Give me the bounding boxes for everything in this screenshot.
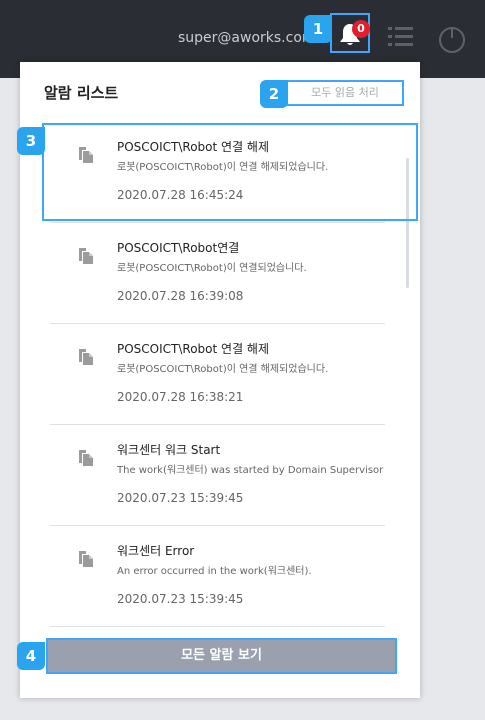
alarm-title: POSCOICT\Robot 연결 해제: [117, 342, 270, 356]
notification-count-badge: 0: [352, 20, 370, 38]
alarm-time: 2020.07.28 16:45:24: [117, 188, 244, 202]
user-email[interactable]: super@aworks.com: [178, 30, 316, 46]
list-menu-icon[interactable]: [388, 26, 414, 48]
callout-marker: 2: [260, 80, 288, 108]
alarm-item[interactable]: 워크센터 Error An error occurred in the work…: [50, 526, 385, 627]
background-content: [420, 78, 485, 720]
alarm-time: 2020.07.23 15:39:45: [117, 491, 244, 505]
alarm-title: 워크센터 Error: [117, 544, 195, 558]
alarm-item[interactable]: POSCOICT\Robot 연결 해제 로봇(POSCOICT\Robot)이…: [50, 122, 385, 223]
alarm-item[interactable]: 워크센터 워크 Start The work(워크센터) was started…: [50, 425, 385, 526]
alarm-panel: 알람 리스트 모두 읽음 처리 POSCOICT\Robot 연결 해제 로봇(…: [20, 62, 420, 698]
alarm-description: An error occurred in the work(워크센터).: [117, 566, 312, 577]
alarm-title: POSCOICT\Robot 연결 해제: [117, 140, 270, 154]
document-icon: [79, 349, 93, 365]
document-icon: [79, 551, 93, 567]
alarm-time: 2020.07.28 16:39:08: [117, 289, 244, 303]
callout-marker: 4: [17, 642, 45, 670]
alarm-description: 로봇(POSCOICT\Robot)이 연결되었습니다.: [117, 263, 307, 274]
alarm-title: POSCOICT\Robot연결: [117, 241, 240, 255]
callout-marker: 1: [304, 15, 332, 43]
view-all-alarms-button[interactable]: 모든 알람 보기: [46, 638, 397, 674]
power-icon[interactable]: [437, 24, 467, 54]
read-all-button[interactable]: 모두 읽음 처리: [286, 80, 404, 106]
alarm-item[interactable]: POSCOICT\Robot 연결 해제 로봇(POSCOICT\Robot)이…: [50, 324, 385, 425]
alarm-time: 2020.07.28 16:38:21: [117, 390, 244, 404]
alarm-title: 워크센터 워크 Start: [117, 443, 221, 457]
document-icon: [79, 450, 93, 466]
alarm-description: 로봇(POSCOICT\Robot)이 연결 해제되었습니다.: [117, 162, 329, 173]
document-icon: [79, 147, 93, 163]
alarm-item[interactable]: POSCOICT\Robot연결 로봇(POSCOICT\Robot)이 연결되…: [50, 223, 385, 324]
alarm-list: POSCOICT\Robot 연결 해제 로봇(POSCOICT\Robot)이…: [50, 122, 385, 682]
scrollbar[interactable]: [406, 158, 409, 288]
alarm-description: 로봇(POSCOICT\Robot)이 연결 해제되었습니다.: [117, 364, 329, 375]
document-icon: [79, 248, 93, 264]
alarm-time: 2020.07.23 15:39:45: [117, 592, 244, 606]
callout-marker: 3: [17, 127, 45, 155]
notification-button[interactable]: 0: [330, 13, 370, 53]
alarm-description: The work(워크센터) was started by Domain Sup…: [117, 465, 384, 476]
panel-title: 알람 리스트: [44, 84, 119, 102]
